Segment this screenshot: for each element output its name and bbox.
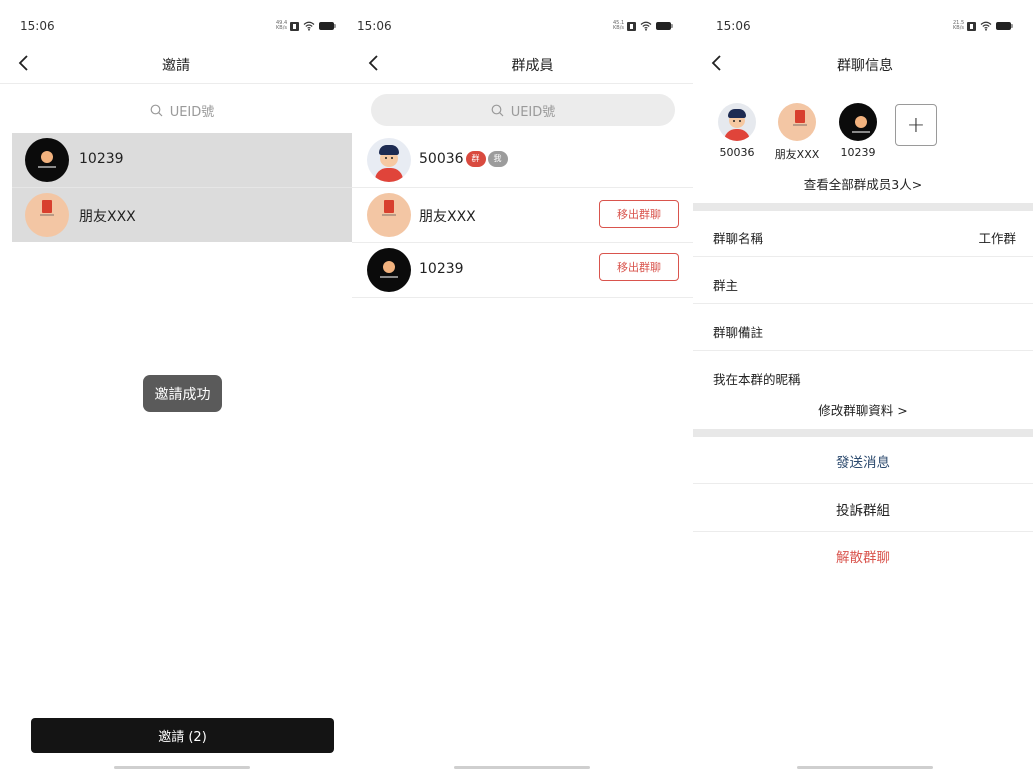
nav-bar: 群聊信息	[693, 44, 1033, 84]
send-message-button[interactable]: 發送消息	[693, 437, 1033, 484]
status-time: 15:06	[357, 19, 392, 33]
member-name: 10239	[840, 146, 876, 159]
group-owner-badge: 群	[465, 151, 486, 167]
wifi-icon	[303, 21, 315, 31]
group-member[interactable]: 10239	[828, 103, 888, 159]
info-label: 群聊名稱	[713, 231, 764, 246]
member-name: 朋友XXX	[774, 148, 820, 161]
search-placeholder: UEID號	[510, 104, 556, 120]
avatar	[367, 138, 411, 182]
report-group-button[interactable]: 投訴群組	[693, 485, 1033, 532]
me-badge: 我	[487, 151, 508, 167]
contact-row[interactable]: 10239	[12, 133, 352, 187]
info-label: 我在本群的昵稱	[713, 372, 801, 387]
net-speed: 49.4 KB/s	[276, 20, 288, 31]
avatar	[367, 248, 411, 292]
member-name: 朋友XXX	[419, 209, 476, 225]
avatar	[718, 103, 756, 141]
info-label: 群聊備註	[713, 325, 764, 340]
status-icons: 49.4 KB/s	[276, 20, 336, 31]
group-member[interactable]: 朋友XXX	[767, 103, 827, 162]
net-speed: 45.1 KB/s	[613, 20, 625, 31]
status-bar: 15:06 49.4 KB/s	[0, 19, 352, 35]
search-placeholder: UEID號	[169, 104, 215, 120]
search-icon	[491, 104, 504, 116]
net-speed: 21.5 KB/s	[953, 20, 965, 31]
member-name: 50036	[419, 151, 464, 167]
battery-icon	[996, 22, 1013, 30]
status-icons: 21.5 KB/s	[953, 20, 1013, 31]
member-row[interactable]: 10239 移出群聊	[352, 243, 693, 297]
avatar	[778, 103, 816, 141]
status-bar: 15:06 45.1 KB/s	[352, 19, 693, 35]
member-row[interactable]: 朋友XXX 移出群聊	[352, 188, 693, 242]
search-input[interactable]: UEID號	[371, 94, 675, 126]
data-sim-icon	[627, 21, 636, 31]
status-time: 15:06	[716, 19, 751, 33]
group-member[interactable]: 50036	[707, 103, 767, 159]
info-row-owner[interactable]: 群主	[693, 258, 1033, 304]
members-screen: 15:06 45.1 KB/s 群成員 UEID號 50036 群我 朋友XXX …	[352, 0, 693, 771]
wifi-icon	[980, 21, 992, 31]
info-value: 工作群	[978, 231, 1016, 246]
avatar	[367, 193, 411, 237]
add-member-button[interactable]: +	[895, 104, 937, 146]
view-all-members-link[interactable]: 查看全部群成员3人>	[693, 174, 1033, 193]
info-label: 群主	[713, 278, 739, 293]
search-input[interactable]: UEID號	[12, 94, 352, 126]
data-sim-icon	[290, 21, 299, 31]
invite-button[interactable]: 邀請 (2)	[31, 718, 334, 753]
battery-icon	[319, 22, 336, 30]
member-row[interactable]: 50036 群我	[352, 133, 693, 187]
home-indicator	[797, 766, 933, 769]
avatar	[25, 138, 69, 182]
page-title: 群聊信息	[837, 58, 893, 74]
info-row-nickname[interactable]: 我在本群的昵稱	[693, 352, 1033, 398]
page-title: 群成員	[511, 58, 554, 74]
section-gap	[693, 429, 1033, 437]
remove-from-group-button[interactable]: 移出群聊	[599, 253, 679, 281]
member-name-row: 50036 群我	[419, 151, 508, 167]
wifi-icon	[640, 21, 652, 31]
contact-row[interactable]: 朋友XXX	[12, 188, 352, 242]
dissolve-group-button[interactable]: 解散群聊	[693, 532, 1033, 579]
divider	[352, 297, 693, 298]
home-indicator	[454, 766, 590, 769]
group-info-screen: 15:06 21.5 KB/s 群聊信息 50036 朋友XXX 10239 +…	[693, 0, 1033, 771]
nav-bar: 邀請	[0, 44, 352, 84]
remove-from-group-button[interactable]: 移出群聊	[599, 200, 679, 228]
page-title: 邀請	[162, 58, 190, 74]
status-time: 15:06	[20, 19, 55, 33]
data-sim-icon	[967, 21, 976, 31]
avatar	[25, 193, 69, 237]
search-icon	[150, 104, 163, 116]
info-row-remark[interactable]: 群聊備註	[693, 305, 1033, 351]
member-name: 50036	[719, 146, 755, 159]
invite-screen: 15:06 49.4 KB/s 邀請 UEID號 10239 朋友XXX 邀請成…	[0, 0, 352, 771]
home-indicator	[114, 766, 250, 769]
battery-icon	[656, 22, 673, 30]
success-toast: 邀請成功	[143, 375, 222, 412]
status-bar: 15:06 21.5 KB/s	[693, 19, 1033, 35]
status-icons: 45.1 KB/s	[613, 20, 673, 31]
info-row-group-name[interactable]: 群聊名稱 工作群	[693, 211, 1033, 257]
nav-bar: 群成員	[352, 44, 693, 84]
section-gap	[693, 203, 1033, 211]
contact-name: 朋友XXX	[79, 209, 136, 225]
avatar	[839, 103, 877, 141]
edit-group-info-link[interactable]: 修改群聊資料 >	[693, 400, 1033, 419]
contact-name: 10239	[79, 151, 124, 167]
member-name: 10239	[419, 261, 464, 277]
